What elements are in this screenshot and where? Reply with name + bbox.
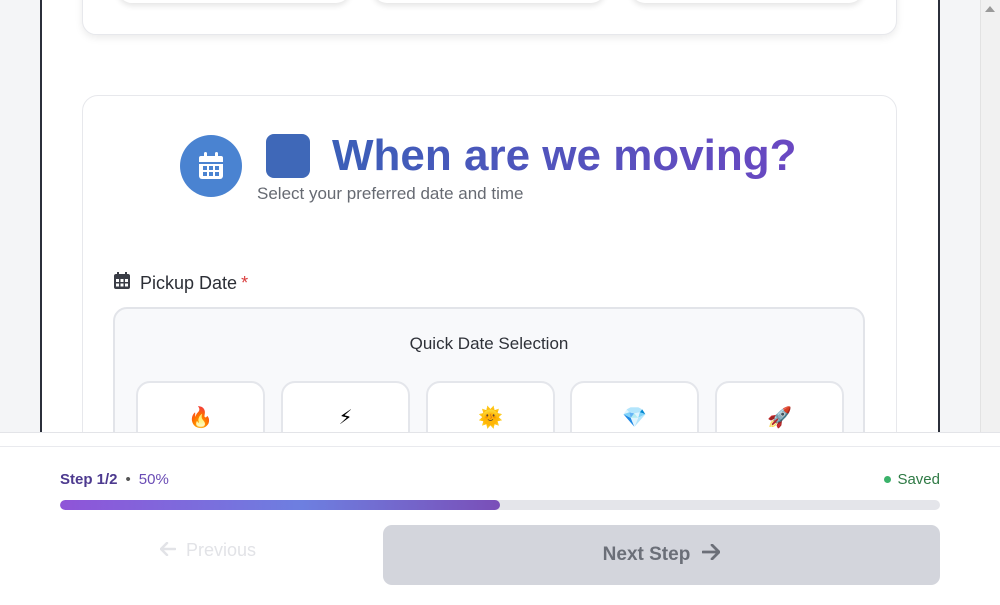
section-title: When are we moving? xyxy=(332,131,797,180)
section-subtitle: Select your preferred date and time xyxy=(257,184,524,203)
previous-option-tile[interactable] xyxy=(118,0,350,3)
arrow-left-icon xyxy=(159,540,177,561)
previous-option-tile[interactable] xyxy=(631,0,863,3)
required-marker: * xyxy=(241,272,249,293)
next-step-button[interactable]: Next Step xyxy=(383,525,940,585)
next-step-label: Next Step xyxy=(602,544,691,565)
saved-status: Saved xyxy=(884,471,940,488)
previous-button-label: Previous xyxy=(186,540,257,560)
saved-status-dot-icon xyxy=(884,476,892,483)
progress-percent: 50% xyxy=(138,471,169,488)
pickup-date-text: Pickup Date xyxy=(140,272,238,293)
arrow-right-icon xyxy=(701,543,721,566)
divider xyxy=(0,446,1000,447)
calendar-small-icon xyxy=(114,272,130,294)
step-separator: • xyxy=(125,471,131,488)
progress-bar xyxy=(60,500,940,510)
previous-button[interactable]: Previous xyxy=(159,540,257,561)
quick-date-title: Quick Date Selection xyxy=(409,334,569,353)
saved-label: Saved xyxy=(897,471,940,488)
step-label: Step 1/2 xyxy=(60,471,118,488)
previous-option-tile[interactable] xyxy=(373,0,605,3)
progress-bar-fill xyxy=(60,500,500,510)
calendar-icon xyxy=(180,135,242,197)
scroll-up-arrow-icon[interactable] xyxy=(985,6,995,12)
square-icon xyxy=(266,134,310,178)
previous-section-card xyxy=(82,0,897,35)
step-indicator: Step 1/2 • 50% xyxy=(60,471,169,488)
pickup-date-label: Pickup Date * xyxy=(114,272,248,294)
